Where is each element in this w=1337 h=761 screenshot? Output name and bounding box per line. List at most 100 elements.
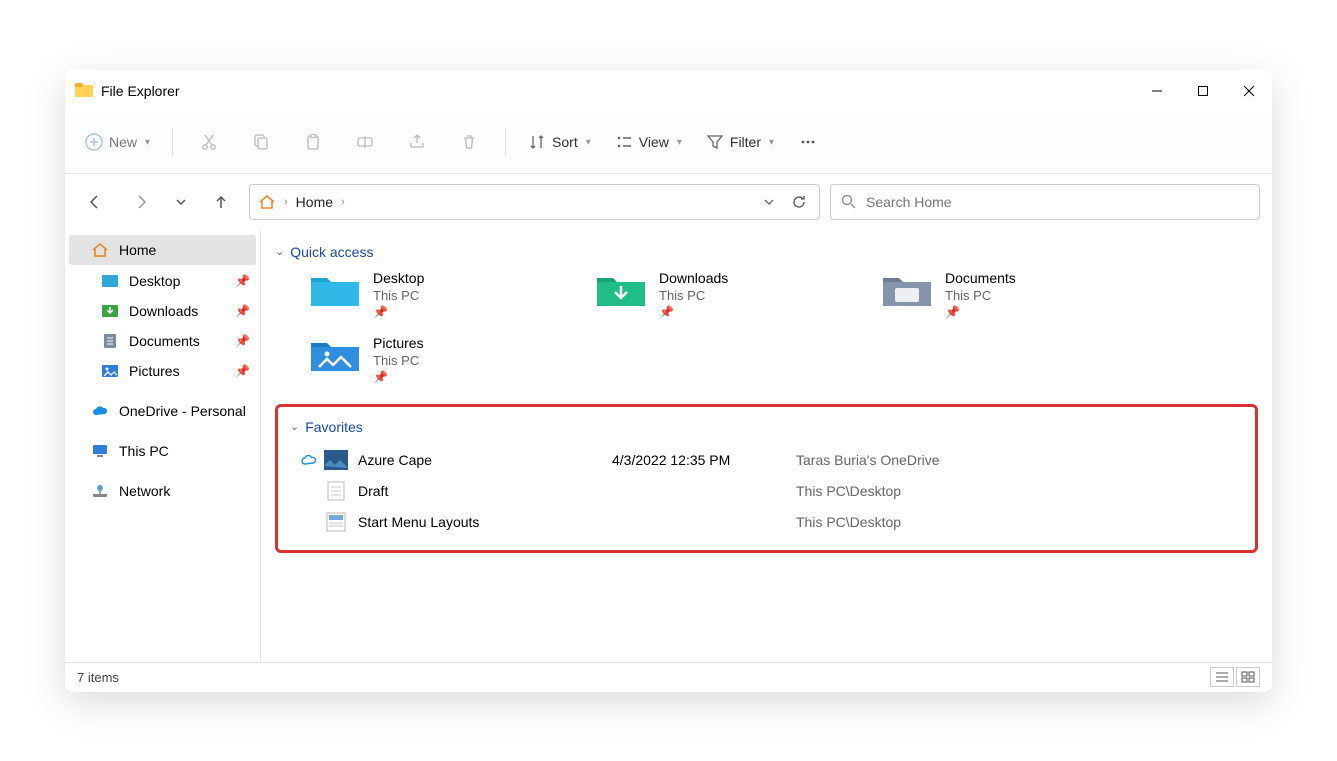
pin-icon: 📌 [945,305,1016,319]
search-bar[interactable] [830,184,1260,220]
recent-button[interactable] [169,184,193,220]
thumbnails-view-button[interactable] [1236,667,1260,687]
body: Home Desktop 📌 Downloads 📌 Documents 📌 P… [65,230,1272,662]
favorite-item[interactable]: Azure Cape 4/3/2022 12:35 PM Taras Buria… [298,445,1247,476]
sidebar-item-label: Network [119,483,170,499]
toolbar: New ▾ Sort ▾ View ▾ Filter ▾ [65,112,1272,174]
sidebar-item-network[interactable]: Network [65,476,260,506]
favorites-title: Favorites [305,419,363,435]
view-button[interactable]: View ▾ [605,127,692,157]
downloads-icon [101,302,119,320]
item-count: 7 items [77,670,119,685]
chevron-down-icon: ⌄ [275,245,284,258]
onedrive-icon [91,402,109,420]
address-dropdown[interactable] [759,192,779,212]
title-bar: File Explorer [65,70,1272,112]
pin-icon: 📌 [235,304,250,318]
divider [505,128,506,156]
pictures-icon [101,362,119,380]
sidebar-item-desktop[interactable]: Desktop 📌 [65,266,260,296]
breadcrumb-home[interactable]: Home [296,194,333,210]
divider [172,128,173,156]
quick-access-item[interactable]: Desktop This PC 📌 [309,270,565,319]
sidebar-item-documents[interactable]: Documents 📌 [65,326,260,356]
home-icon [258,193,276,211]
rename-button[interactable] [341,122,389,162]
window-title: File Explorer [101,83,180,99]
thispc-icon [91,442,109,460]
paste-button[interactable] [289,122,337,162]
quick-access-header[interactable]: ⌄ Quick access [275,240,1258,270]
more-button[interactable] [788,122,828,162]
pin-icon: 📌 [235,364,250,378]
file-explorer-window: File Explorer New ▾ Sort ▾ View ▾ [65,70,1272,692]
chevron-down-icon: ▾ [586,137,591,148]
share-button[interactable] [393,122,441,162]
chevron-down-icon: ▾ [769,137,774,148]
filter-button[interactable]: Filter ▾ [696,127,784,157]
search-icon [841,194,856,209]
file-name: Azure Cape [358,452,612,468]
copy-button[interactable] [237,122,285,162]
cut-button[interactable] [185,122,233,162]
downloads-folder-icon [595,270,647,310]
up-button[interactable] [203,184,239,220]
sidebar-item-downloads[interactable]: Downloads 📌 [65,296,260,326]
sidebar-item-pictures[interactable]: Pictures 📌 [65,356,260,386]
sidebar-item-label: Home [119,242,156,258]
home-icon [91,241,109,259]
sidebar-item-label: Pictures [129,363,180,379]
favorites-list: Azure Cape 4/3/2022 12:35 PM Taras Buria… [286,445,1247,538]
quick-access-grid: Desktop This PC 📌 Downloads This PC 📌 Do… [275,270,1258,384]
quick-access-item[interactable]: Pictures This PC 📌 [309,335,565,384]
desktop-icon [101,272,119,290]
maximize-button[interactable] [1180,70,1226,112]
sidebar-item-label: Downloads [129,303,198,319]
minimize-button[interactable] [1134,70,1180,112]
new-button[interactable]: New ▾ [75,127,160,157]
favorites-highlight: ⌄ Favorites Azure Cape 4/3/2022 12:35 PM… [275,404,1258,553]
search-input[interactable] [866,194,1249,210]
chevron-right-icon: › [341,196,345,208]
sidebar-item-label: Documents [129,333,200,349]
item-location: This PC [659,288,728,303]
quick-access-item[interactable]: Documents This PC 📌 [881,270,1137,319]
file-name: Start Menu Layouts [358,514,612,530]
chevron-down-icon: ▾ [145,137,150,148]
sidebar-item-home[interactable]: Home [69,235,256,265]
file-icon [324,512,348,532]
pin-icon: 📌 [235,274,250,288]
file-location: This PC\Desktop [796,483,901,499]
documents-folder-icon [881,270,933,310]
sidebar: Home Desktop 📌 Downloads 📌 Documents 📌 P… [65,230,261,662]
item-name: Desktop [373,270,424,286]
details-view-button[interactable] [1210,667,1234,687]
sort-button[interactable]: Sort ▾ [518,127,601,157]
quick-access-item[interactable]: Downloads This PC 📌 [595,270,851,319]
favorite-item[interactable]: Draft This PC\Desktop [298,476,1247,507]
sidebar-item-label: Desktop [129,273,180,289]
cloud-icon [298,454,320,466]
sidebar-item-onedrive-personal[interactable]: OneDrive - Personal [65,396,260,426]
sidebar-item-this-pc[interactable]: This PC [65,436,260,466]
status-bar: 7 items [65,662,1272,692]
network-icon [91,482,109,500]
close-button[interactable] [1226,70,1272,112]
back-button[interactable] [77,184,113,220]
item-location: This PC [373,353,424,368]
item-name: Documents [945,270,1016,286]
navigation-row: › Home › [65,174,1272,230]
delete-button[interactable] [445,122,493,162]
forward-button[interactable] [123,184,159,220]
view-label: View [639,134,669,150]
sort-label: Sort [552,134,578,150]
favorite-item[interactable]: Start Menu Layouts This PC\Desktop [298,507,1247,538]
sidebar-item-label: This PC [119,443,169,459]
sidebar-item-label: OneDrive - Personal [119,403,246,419]
file-icon [324,481,348,501]
documents-icon [101,332,119,350]
pictures-folder-icon [309,335,361,375]
address-bar[interactable]: › Home › [249,184,820,220]
favorites-header[interactable]: ⌄ Favorites [286,415,1247,445]
refresh-button[interactable] [787,190,811,214]
